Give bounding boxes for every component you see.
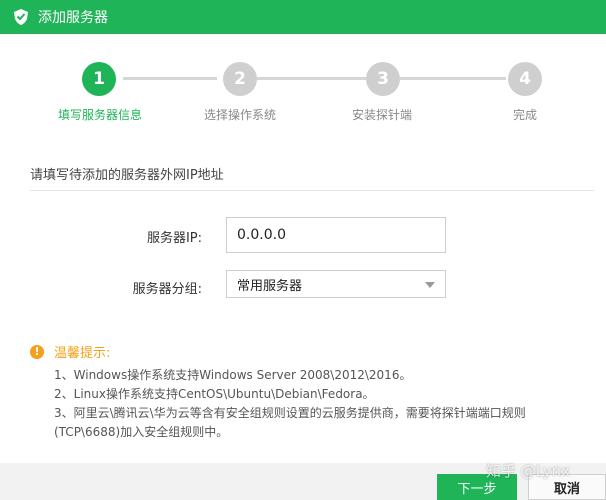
step-2-circle: 2 — [223, 62, 257, 96]
watermark: 知乎 @Lynx — [486, 462, 571, 480]
step-3-circle: 3 — [366, 62, 400, 96]
step-connector — [123, 77, 217, 80]
tips-title: 温馨提示: — [54, 346, 111, 361]
form-instruction: 请填写待添加的服务器外网IP地址 — [30, 168, 224, 183]
server-ip-label: 服务器IP: — [146, 231, 202, 246]
tip-line: (TCP\6688)加入安全组规则中。 — [54, 425, 229, 439]
step-connector — [257, 77, 366, 80]
tip-line: 1、Windows操作系统支持Windows Server 2008\2012\… — [54, 368, 412, 382]
server-group-value: 常用服务器 — [237, 278, 303, 294]
step-1-label: 填写服务器信息 — [57, 108, 142, 122]
step-progress: 1 2 3 4 填写服务器信息 选择操作系统 安装探针端 完成 — [0, 56, 606, 126]
step-1-circle: 1 — [82, 62, 116, 96]
step-4-label: 完成 — [512, 108, 537, 122]
server-group-label: 服务器分组: — [132, 282, 202, 297]
step-4-circle: 4 — [508, 62, 542, 96]
server-group-select[interactable]: 常用服务器 — [226, 270, 446, 298]
chevron-down-icon — [425, 282, 435, 288]
shield-logo-icon — [14, 9, 28, 25]
title-bar: 添加服务器 — [0, 0, 606, 34]
step-connector — [400, 77, 506, 80]
divider — [30, 190, 594, 191]
tip-line: 2、Linux操作系统支持CentOS\Ubuntu\Debian\Fedora… — [54, 387, 375, 401]
window-title: 添加服务器 — [38, 10, 108, 26]
tip-line: 3、阿里云\腾讯云\华为云等含有安全组规则设置的云服务提供商，需要将探针端端口规… — [54, 406, 526, 420]
tips-section: ! 温馨提示: 1、Windows操作系统支持Windows Server 20… — [30, 342, 590, 442]
step-3-label: 安装探针端 — [351, 108, 412, 122]
step-2-label: 选择操作系统 — [203, 108, 276, 122]
server-ip-input[interactable] — [226, 217, 446, 253]
warning-icon: ! — [30, 344, 44, 359]
